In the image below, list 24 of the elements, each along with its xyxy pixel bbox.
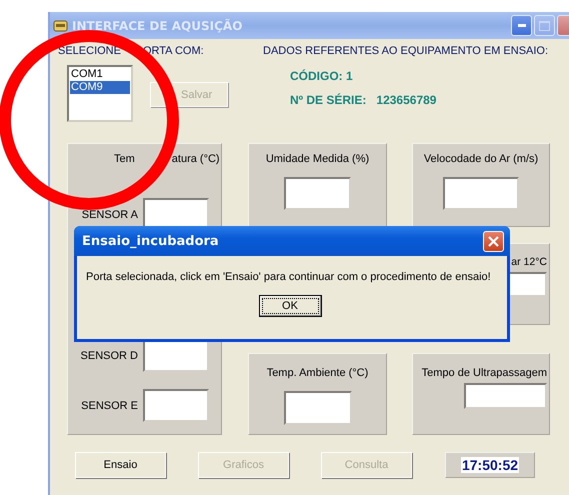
- serial-label: Nº DE SÉRIE:: [290, 93, 366, 107]
- sensor-label: SENSOR A: [82, 208, 138, 220]
- equipment-label: DADOS REFERENTES AO EQUIPAMENTO EM ENSAIO:: [263, 45, 548, 57]
- serial-value: 123656789: [376, 93, 436, 107]
- dialog-message: Porta selecionada, click em 'Ensaio' para continuar com o procedimento de ensaio!: [86, 270, 491, 284]
- panel-title: Tempo de Ultrapassagem: [422, 367, 547, 379]
- port-label: SELECIONE: [58, 45, 121, 57]
- sensor-label: SENSOR D: [80, 350, 138, 362]
- panel-title: Tem: [114, 153, 135, 166]
- dialog-title: Ensaio_incubadora: [82, 234, 219, 248]
- action-button[interactable]: Ensaio: [75, 452, 166, 478]
- clock-time: 17:50:52: [460, 457, 520, 473]
- port-listbox[interactable]: COM1 COM9: [67, 65, 133, 122]
- panel-title: ar 12°C: [511, 256, 547, 268]
- panel-title: Velocodade do Ar (m/s): [424, 153, 538, 165]
- panel-title: Umidade Medida (%): [266, 153, 370, 165]
- list-item[interactable]: COM9: [70, 81, 130, 94]
- sensor-label: SENSOR E: [81, 400, 138, 412]
- window-title: INTERFACE DE AQUSIÇÃO: [72, 18, 244, 32]
- ok-button[interactable]: OK: [258, 295, 322, 317]
- panel-title: Temp. Ambiente (°C): [266, 367, 368, 379]
- code-label: CÓDIGO: 1: [290, 69, 354, 83]
- panel-title: atura (°C): [172, 153, 220, 166]
- list-item[interactable]: COM1: [70, 68, 130, 81]
